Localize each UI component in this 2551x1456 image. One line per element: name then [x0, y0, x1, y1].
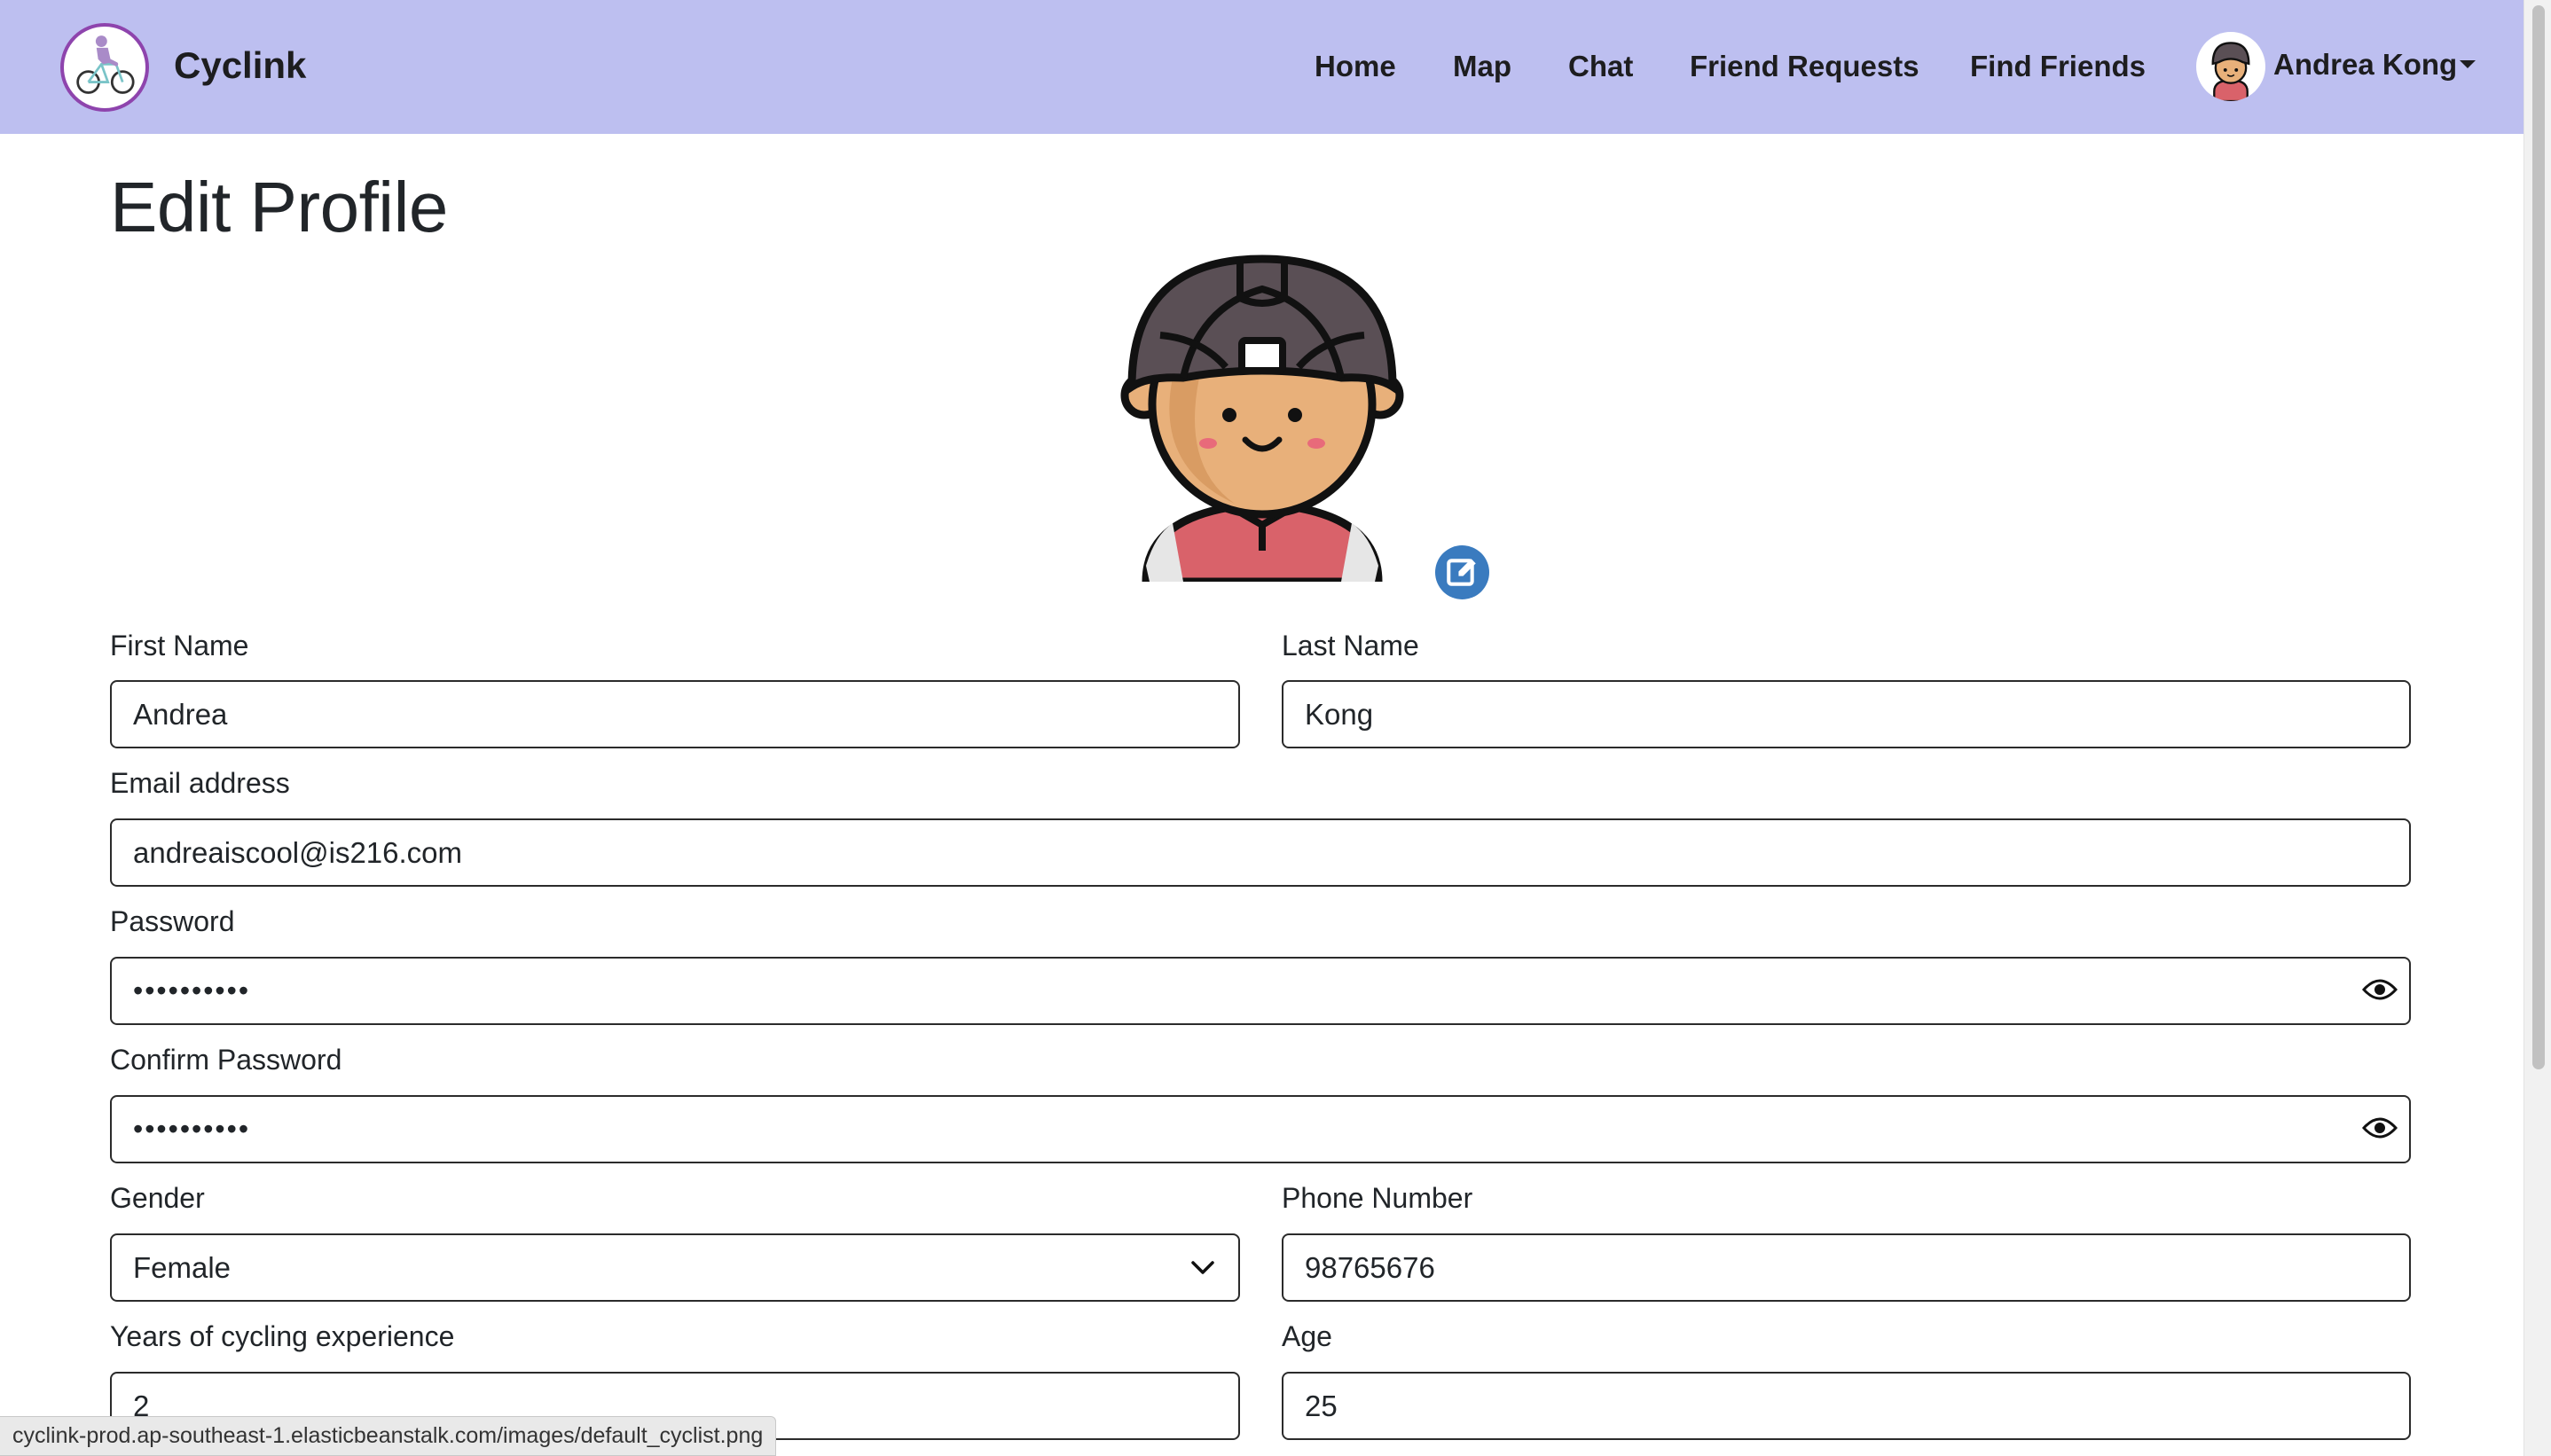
phone-input[interactable]: 98765676	[1282, 1233, 2411, 1302]
age-input[interactable]: 25	[1282, 1372, 2411, 1440]
link-preview-status-bar: cyclink-prod.ap-southeast-1.elasticbeans…	[0, 1416, 777, 1456]
email-label: Email address	[110, 767, 290, 799]
page-scrollbar[interactable]	[2524, 0, 2551, 1456]
gender-label: Gender	[110, 1182, 205, 1214]
nav-link-map[interactable]: Map	[1453, 50, 1511, 83]
nav-link-chat[interactable]: Chat	[1568, 50, 1633, 83]
password-input[interactable]: ••••••••••	[110, 957, 2411, 1025]
chevron-down-icon[interactable]	[1190, 1260, 1215, 1276]
first-name-label: First Name	[110, 630, 249, 661]
years-experience-label: Years of cycling experience	[110, 1320, 455, 1352]
bicycle-rider-logo-icon[interactable]	[60, 23, 149, 112]
last-name-input[interactable]: Kong	[1282, 680, 2411, 748]
nav-link-find-friends[interactable]: Find Friends	[1970, 50, 2146, 83]
gender-select[interactable]: Female	[110, 1233, 1240, 1302]
brand-name[interactable]: Cyclink	[174, 44, 306, 87]
phone-label: Phone Number	[1282, 1182, 1473, 1214]
nav-link-friend-requests[interactable]: Friend Requests	[1690, 50, 1919, 83]
scrollbar-thumb[interactable]	[2532, 5, 2545, 1069]
password-label: Password	[110, 905, 235, 937]
nav-link-home[interactable]: Home	[1315, 50, 1396, 83]
first-name-input[interactable]: Andrea	[110, 680, 1240, 748]
email-input[interactable]: andreaiscool@is216.com	[110, 818, 2411, 887]
page-title: Edit Profile	[110, 168, 448, 247]
age-label: Age	[1282, 1320, 1332, 1352]
user-avatar[interactable]	[2196, 32, 2265, 101]
last-name-label: Last Name	[1282, 630, 1419, 661]
eye-icon[interactable]	[2362, 977, 2398, 1002]
confirm-password-label: Confirm Password	[110, 1044, 342, 1076]
profile-picture	[1119, 254, 1405, 582]
user-menu-name[interactable]: Andrea Kong	[2273, 48, 2457, 82]
edit-icon[interactable]	[1435, 545, 1489, 599]
caret-down-icon[interactable]	[2460, 60, 2476, 68]
top-navbar: Cyclink Home Map Chat Friend Requests Fi…	[0, 0, 2524, 134]
eye-icon[interactable]	[2362, 1115, 2398, 1140]
confirm-password-input[interactable]: ••••••••••	[110, 1095, 2411, 1163]
